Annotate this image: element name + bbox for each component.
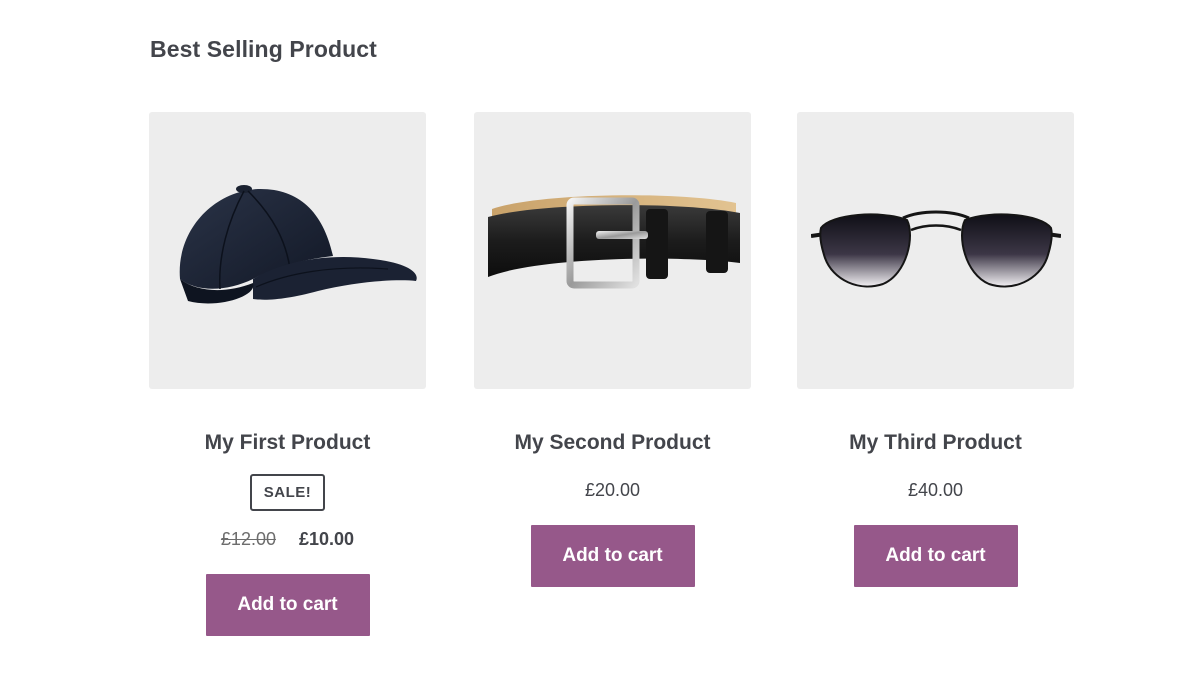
product-title[interactable]: My Third Product <box>797 429 1074 456</box>
sale-badge: SALE! <box>249 474 326 512</box>
add-to-cart-button[interactable]: Add to cart <box>530 525 695 588</box>
product-image[interactable] <box>474 112 751 389</box>
product-image[interactable] <box>149 112 426 389</box>
baseball-cap-icon <box>179 184 417 303</box>
original-price: £12.00 <box>220 529 276 550</box>
aviator-sunglasses-icon <box>810 210 1061 287</box>
product-title[interactable]: My First Product <box>149 429 426 456</box>
product-card: My Third Product £40.00 Add to cart <box>797 112 1074 588</box>
product-card: My Second Product £20.00 Add to cart <box>474 112 751 588</box>
section-title: Best Selling Product <box>150 36 377 62</box>
product-card: My First Product SALE! £12.00 £10.00 Add… <box>149 112 426 637</box>
product-title[interactable]: My Second Product <box>474 429 751 456</box>
add-to-cart-button[interactable]: Add to cart <box>853 525 1018 588</box>
sale-price: £10.00 <box>299 529 355 550</box>
price: £12.00 £10.00 <box>149 529 426 550</box>
price: £40.00 <box>907 480 964 501</box>
product-image[interactable] <box>797 112 1074 389</box>
leather-belt-icon <box>487 194 740 288</box>
price: £20.00 <box>584 480 641 501</box>
add-to-cart-button[interactable]: Add to cart <box>205 574 370 637</box>
